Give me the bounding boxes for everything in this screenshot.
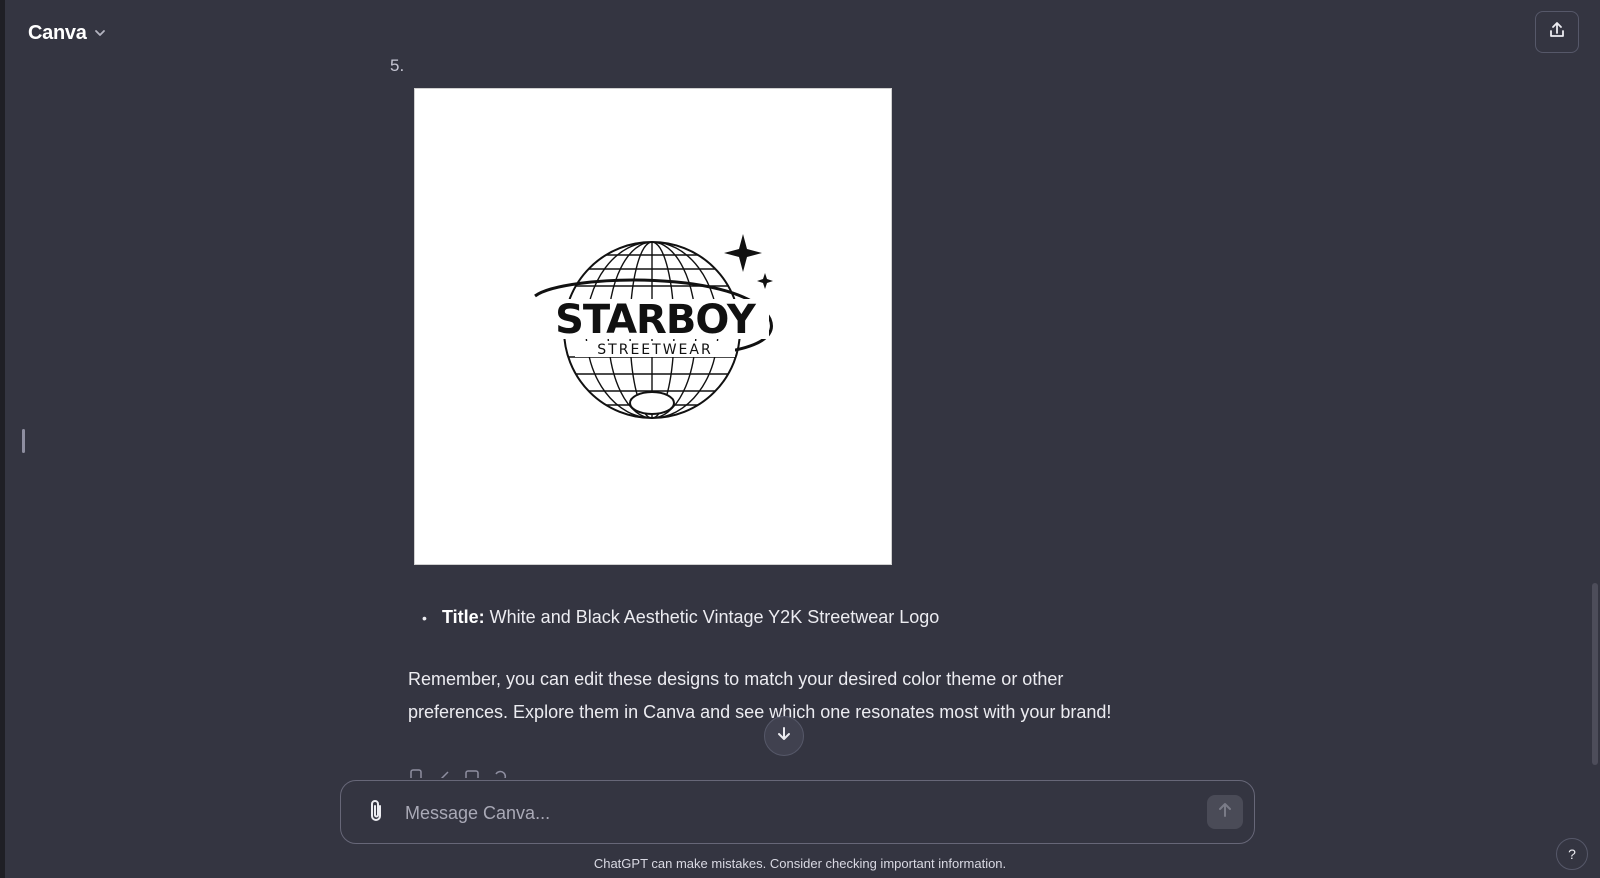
bullet-icon: • bbox=[422, 610, 427, 626]
disclaimer-text: ChatGPT can make mistakes. Consider chec… bbox=[593, 856, 1007, 871]
undo-icon[interactable] bbox=[492, 768, 508, 778]
design-preview-image[interactable]: STARBOY STREETWEAR bbox=[414, 88, 892, 565]
bullet-label: Title: bbox=[442, 607, 485, 627]
share-icon bbox=[1547, 20, 1567, 45]
send-button[interactable] bbox=[1207, 795, 1243, 829]
paperclip-icon bbox=[365, 799, 387, 828]
starboy-logo: STARBOY STREETWEAR bbox=[534, 234, 773, 419]
send-arrow-icon bbox=[1216, 801, 1234, 824]
message-composer bbox=[340, 780, 1255, 844]
share-button[interactable] bbox=[1535, 11, 1579, 53]
regenerate-icon[interactable] bbox=[464, 768, 480, 778]
list-item: • Title: White and Black Aesthetic Vinta… bbox=[422, 607, 939, 628]
edit-icon[interactable] bbox=[436, 768, 452, 778]
chevron-down-icon bbox=[93, 26, 107, 40]
model-switcher[interactable]: Canva bbox=[28, 18, 107, 48]
copy-icon[interactable] bbox=[408, 768, 424, 778]
assistant-message-text: Remember, you can edit these designs to … bbox=[408, 669, 1112, 722]
scroll-to-bottom-button[interactable] bbox=[764, 716, 804, 756]
message-input[interactable] bbox=[405, 797, 1165, 829]
help-button[interactable]: ? bbox=[1556, 838, 1588, 870]
attach-file-button[interactable] bbox=[363, 799, 389, 828]
message-actions bbox=[408, 768, 528, 778]
scroll-down-icon bbox=[775, 725, 793, 748]
sidebar-toggle-handle[interactable] bbox=[22, 429, 25, 453]
logo-sub-text: STREETWEAR bbox=[597, 342, 712, 358]
scrollbar[interactable] bbox=[1592, 583, 1598, 765]
window-left-edge bbox=[0, 0, 5, 878]
list-item-number: 5. bbox=[390, 56, 405, 75]
bullet-value: White and Black Aesthetic Vintage Y2K St… bbox=[489, 607, 940, 627]
model-name: Canva bbox=[28, 21, 87, 44]
logo-main-text: STARBOY bbox=[555, 297, 757, 343]
